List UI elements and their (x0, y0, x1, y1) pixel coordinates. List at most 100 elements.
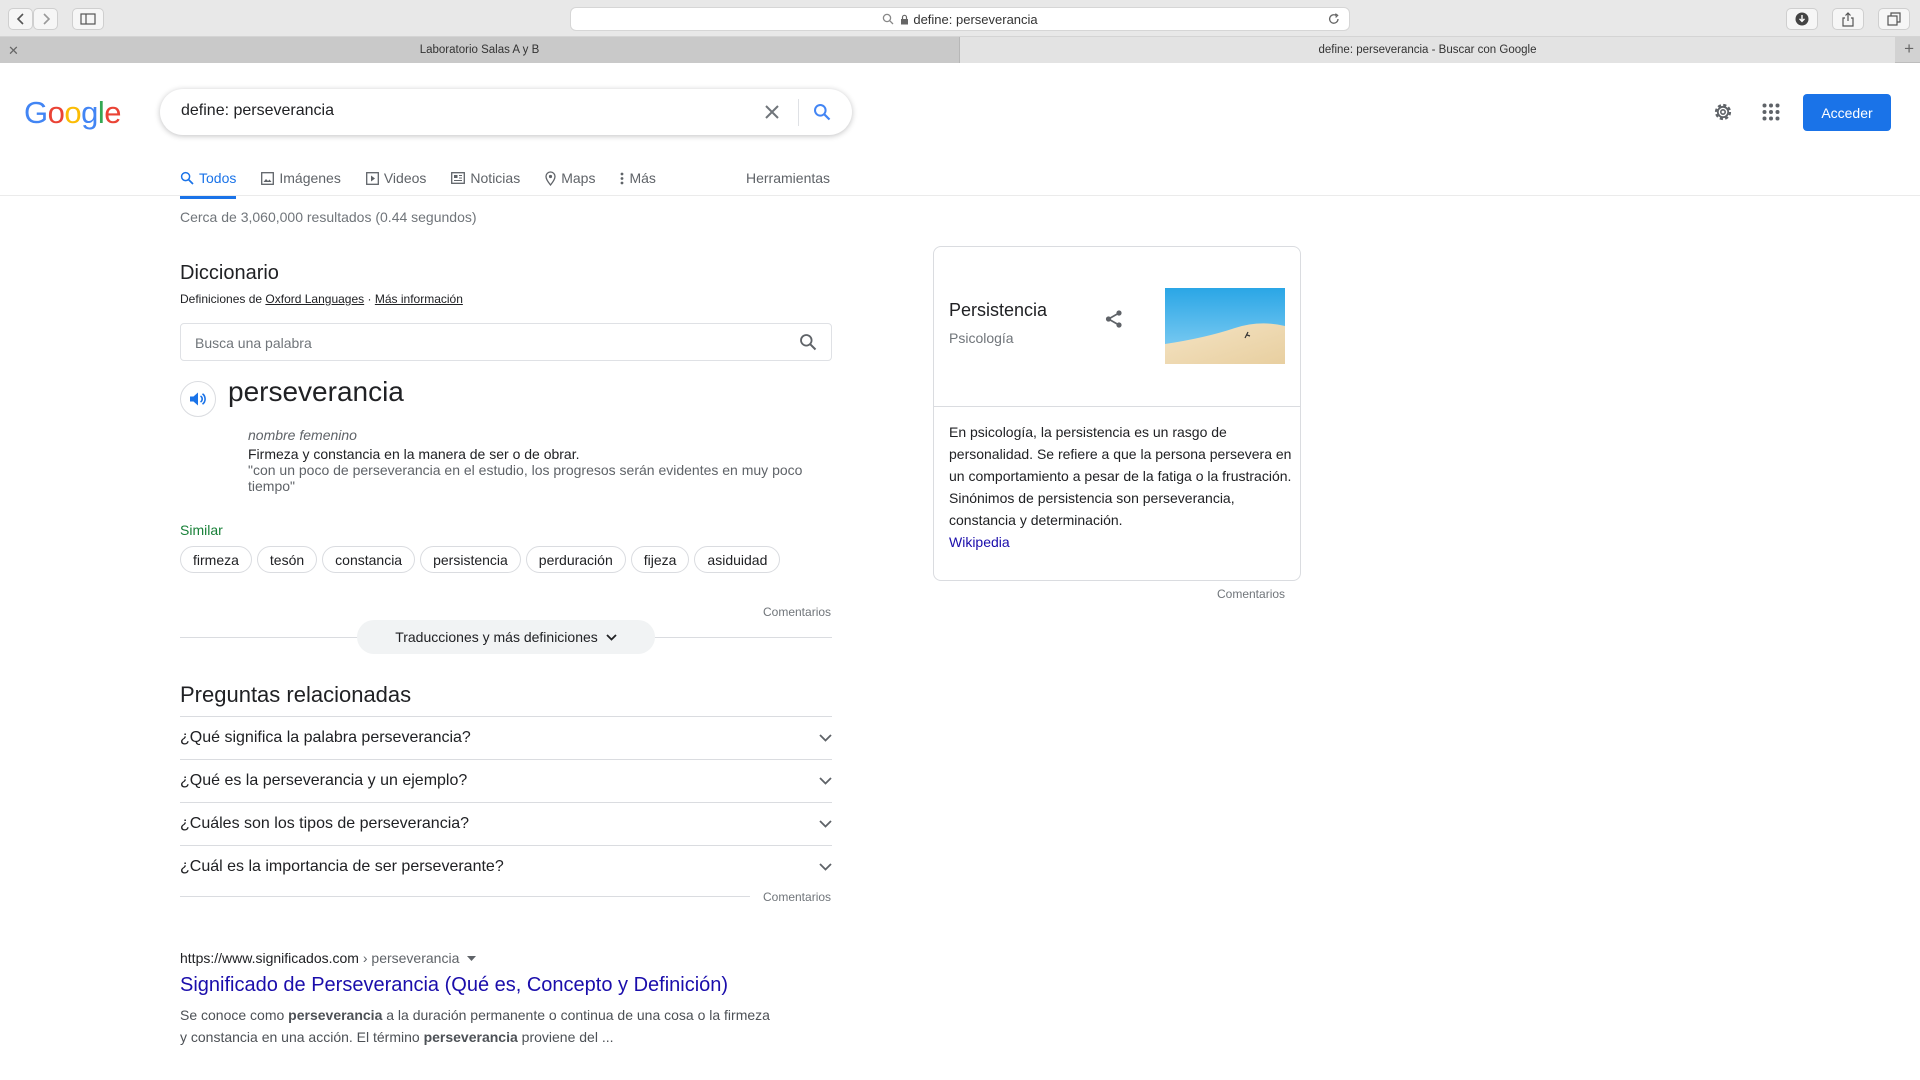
tab-noticias[interactable]: Noticias (451, 163, 520, 193)
image-icon (261, 171, 275, 185)
similar-chip[interactable]: firmeza (180, 546, 252, 573)
reload-icon[interactable] (1327, 12, 1341, 26)
tab-label: Noticias (470, 170, 521, 186)
caret-down-icon[interactable] (467, 955, 477, 961)
similar-chip[interactable]: perduración (525, 546, 626, 573)
close-icon (765, 105, 779, 119)
knowledge-panel-description: En psicología, la persistencia es un ras… (949, 421, 1294, 553)
google-apps-button[interactable] (1762, 103, 1780, 121)
tab-label: define: perseverancia - Buscar con Googl… (1318, 44, 1537, 56)
sign-in-button[interactable]: Acceder (1803, 94, 1891, 131)
knowledge-panel-feedback-link[interactable]: Comentarios (1217, 587, 1285, 601)
logo-letter: G (24, 95, 48, 130)
similar-chip[interactable]: tesón (256, 546, 318, 573)
similar-label: Similar (180, 522, 223, 538)
knowledge-panel-subtitle: Psicología (949, 330, 1014, 346)
result-domain: https://www.significados.com (180, 950, 359, 966)
related-question[interactable]: ¿Cuál es la importancia de ser persevera… (180, 845, 832, 888)
wikipedia-link[interactable]: Wikipedia (949, 534, 1010, 550)
desert-dune-image[interactable] (1165, 288, 1285, 364)
share-button[interactable] (1832, 8, 1864, 30)
tab-label: Todos (199, 170, 237, 186)
search-icon (180, 171, 194, 185)
question-text: ¿Qué es la perseverancia y un ejemplo? (180, 772, 468, 789)
similar-chip[interactable]: fijeza (630, 546, 690, 573)
search-input[interactable]: define: perseverancia (181, 102, 334, 120)
related-question[interactable]: ¿Qué significa la palabra perseverancia? (180, 716, 832, 759)
dictionary-title: Diccionario (180, 262, 279, 284)
chevron-left-icon (16, 13, 24, 25)
tab-label: Más (629, 170, 656, 186)
tab-google-search[interactable]: define: perseverancia - Buscar con Googl… (960, 37, 1895, 63)
settings-button[interactable] (1711, 100, 1735, 124)
clear-search-button[interactable] (760, 100, 784, 124)
headword: perseverancia (228, 376, 404, 407)
tab-maps[interactable]: Maps (545, 163, 595, 193)
tab-imagenes[interactable]: Imágenes (261, 163, 341, 193)
definition: Firmeza y constancia en la manera de ser… (248, 446, 580, 462)
snippet-highlight: perseverancia (423, 1029, 518, 1045)
new-tab-icon[interactable]: + (1904, 39, 1914, 59)
share-icon (1842, 11, 1854, 27)
knowledge-panel-divider (934, 406, 1300, 407)
result-snippet: Se conoce como perseverancia a la duraci… (180, 1004, 780, 1048)
description-text: En psicología, la persistencia es un ras… (949, 424, 1292, 528)
dictionary-feedback-link[interactable]: Comentarios (763, 605, 831, 619)
search-icon[interactable] (799, 333, 817, 351)
tab-bar: ✕ Laboratorio Salas A y B define: persev… (0, 37, 1920, 63)
question-text: ¿Qué significa la palabra perseverancia? (180, 729, 471, 746)
part-of-speech: nombre femenino (248, 427, 357, 443)
address-bar[interactable]: define: perseverancia (570, 7, 1350, 31)
tab-videos[interactable]: Videos (365, 163, 426, 193)
tab-laboratorio[interactable]: ✕ Laboratorio Salas A y B (0, 37, 960, 63)
similar-chip[interactable]: constancia (322, 546, 416, 573)
share-icon (1105, 310, 1122, 328)
result-stats: Cerca de 3,060,000 resultados (0.44 segu… (180, 209, 477, 225)
search-button[interactable] (810, 100, 834, 124)
similar-chip[interactable]: asiduidad (694, 546, 781, 573)
google-logo[interactable]: Google (24, 95, 122, 131)
logo-letter: o (47, 95, 65, 130)
related-question[interactable]: ¿Cuáles son los tipos de perseverancia? (180, 802, 832, 845)
result-title-link[interactable]: Significado de Perseverancia (Qué es, Co… (180, 974, 728, 997)
translations-label: Traducciones y más definiciones (395, 629, 598, 645)
oxford-link[interactable]: Oxford Languages (265, 292, 364, 306)
similar-chips: firmeza tesón constancia persistencia pe… (180, 546, 785, 573)
map-pin-icon (545, 170, 556, 186)
chevron-right-icon (42, 13, 50, 25)
back-button[interactable] (8, 8, 33, 30)
close-tab-icon[interactable]: ✕ (8, 43, 19, 59)
tab-todos[interactable]: Todos (180, 163, 237, 199)
tab-label: Maps (561, 170, 596, 186)
related-feedback-link[interactable]: Comentarios (763, 890, 831, 904)
sidebar-toggle-button[interactable] (72, 8, 104, 30)
tabs-icon (1887, 12, 1901, 26)
downloads-button[interactable] (1786, 8, 1818, 30)
dictionary-search-field[interactable]: Busca una palabra (180, 323, 832, 361)
pronunciation-button[interactable] (180, 381, 216, 417)
apps-grid-icon (1762, 103, 1780, 121)
dictionary-source: Definiciones de Oxford Languages · Más i… (180, 292, 463, 306)
logo-letter: o (64, 95, 82, 130)
related-questions-title: Preguntas relacionadas (180, 682, 412, 707)
tools-button[interactable]: Herramientas (746, 163, 830, 193)
similar-chip[interactable]: persistencia (420, 546, 521, 573)
related-questions-list: ¿Qué significa la palabra perseverancia?… (180, 716, 832, 888)
speaker-icon (190, 392, 206, 406)
tabs-overview-button[interactable] (1878, 8, 1910, 30)
logo-letter: g (81, 95, 98, 130)
magnifier-icon (883, 13, 894, 25)
forward-button[interactable] (33, 8, 58, 30)
example-sentence: "con un poco de perseverancia en el estu… (248, 462, 803, 494)
translations-button[interactable]: Traducciones y más definiciones (357, 620, 655, 654)
share-button[interactable] (1104, 309, 1124, 329)
snippet-text: Se conoce como (180, 1007, 289, 1023)
tab-mas[interactable]: Más (620, 163, 656, 193)
related-question[interactable]: ¿Qué es la perseverancia y un ejemplo? (180, 759, 832, 802)
search-box[interactable]: define: perseverancia (160, 89, 852, 135)
more-info-link[interactable]: Más información (375, 292, 463, 306)
video-icon (365, 171, 379, 185)
result-url[interactable]: https://www.significados.com › persevera… (180, 950, 477, 966)
dictionary-search-placeholder: Busca una palabra (195, 335, 312, 351)
dot-separator: · (367, 292, 372, 306)
